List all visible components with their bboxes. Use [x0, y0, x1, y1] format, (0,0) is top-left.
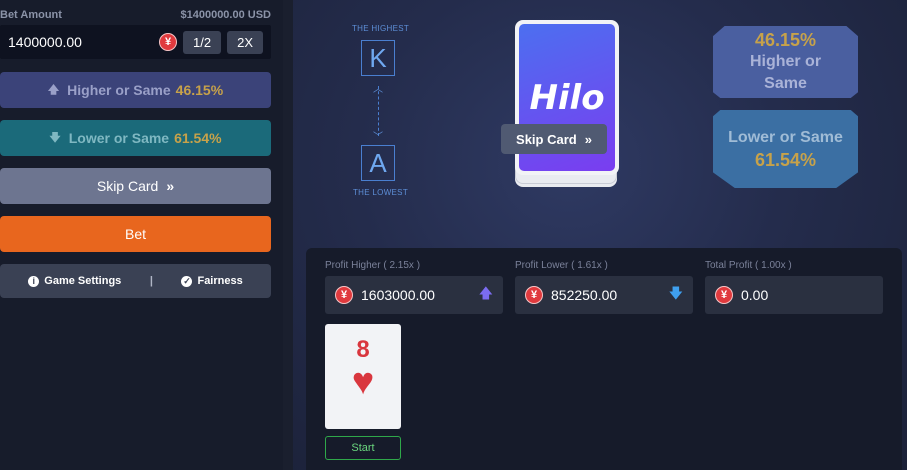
lowest-label: THE LOWEST [353, 188, 409, 197]
current-card: 8 ♥ [325, 324, 401, 429]
higher-or-same-button[interactable]: 🡅 Higher or Same 46.15% [0, 72, 271, 108]
half-bet-button[interactable]: 1/2 [183, 30, 222, 54]
fairness-button[interactable]: ✓ Fairness [181, 275, 243, 287]
highest-label: THE HIGHEST [352, 24, 410, 33]
yuan-coin-icon: ¥ [159, 33, 178, 51]
lower-label: Lower or Same [68, 130, 170, 146]
highest-rank: K [361, 40, 395, 76]
bet-amount-label: Bet Amount [0, 9, 62, 21]
arrow-down-icon: 🡇 [49, 131, 61, 144]
bet-amount-field: ¥ 1/2 2X [0, 25, 271, 59]
double-chevron-right-icon: » [166, 178, 175, 194]
yuan-coin-icon: ¥ [525, 286, 543, 304]
higher-odds-badge[interactable]: 46.15% Higher or Same [713, 26, 858, 98]
arrow-up-icon: 🡅 [478, 285, 493, 301]
skip-card-button[interactable]: Skip Card » [0, 168, 271, 204]
arrow-down-icon: 🡇 [668, 285, 683, 301]
bet-panel: Bet Amount $1400000.00 USD ¥ 1/2 2X 🡅 Hi… [0, 0, 283, 470]
bet-header: Bet Amount $1400000.00 USD [0, 9, 271, 21]
balance-display: $1400000.00 USD [180, 9, 271, 21]
skip-card-overlay-button[interactable]: Skip Card » [501, 124, 607, 154]
divider: | [149, 275, 153, 287]
profit-panel: Profit Higher ( 2.15x ) ¥ 1603000.00 🡅 P… [306, 248, 902, 470]
higher-percent: 46.15% [175, 82, 224, 98]
higher-odds-percent: 46.15% [754, 30, 817, 50]
bet-amount-input[interactable] [8, 34, 160, 50]
settings-bar: i Game Settings | ✓ Fairness [0, 264, 271, 298]
higher-odds-label: Higher or Same [749, 53, 822, 92]
profit-lower-field: ¥ 852250.00 🡇 [515, 276, 693, 314]
arrow-up-icon: 🡅 [47, 83, 60, 96]
total-profit: Total Profit ( 1.00x ) ¥ 0.00 [705, 260, 883, 314]
lower-odds-badge[interactable]: Lower or Same 61.54% [713, 110, 858, 188]
lowest-rank: A [361, 145, 395, 181]
profit-higher-value: 1603000.00 [361, 287, 435, 303]
total-profit-label: Total Profit ( 1.00x ) [705, 260, 792, 271]
lower-or-same-button[interactable]: 🡇 Lower or Same 61.54% [0, 120, 271, 156]
card-rank: 8 [356, 336, 370, 363]
profit-higher-field: ¥ 1603000.00 🡅 [325, 276, 503, 314]
heart-icon: ♥ [351, 361, 375, 403]
fairness-label: Fairness [197, 275, 243, 287]
profit-lower: Profit Lower ( 1.61x ) ¥ 852250.00 🡇 [515, 260, 693, 314]
profit-higher: Profit Higher ( 2.15x ) ¥ 1603000.00 🡅 [325, 260, 503, 314]
game-settings-button[interactable]: i Game Settings [28, 275, 121, 287]
skip-label: Skip Card [96, 178, 159, 194]
game-settings-label: Game Settings [44, 275, 122, 287]
lower-odds-label: Lower or Same [728, 129, 843, 146]
bet-button[interactable]: Bet [0, 216, 271, 252]
info-icon: i [28, 275, 40, 287]
double-bet-button[interactable]: 2X [227, 30, 263, 54]
double-chevron-right-icon: » [584, 131, 592, 147]
lower-percent: 61.54% [174, 130, 222, 146]
lower-odds-percent: 61.54% [754, 150, 817, 170]
skip-overlay-label: Skip Card [516, 131, 577, 147]
total-profit-field: ¥ 0.00 [705, 276, 883, 314]
yuan-coin-icon: ¥ [335, 286, 353, 304]
hilo-logo-text: Hilo [529, 77, 605, 118]
profit-higher-label: Profit Higher ( 2.15x ) [325, 260, 421, 271]
yuan-coin-icon: ¥ [715, 286, 733, 304]
game-table: THE HIGHEST K ︿ ﹀ A THE LOWEST Hilo Skip… [293, 0, 907, 470]
profit-lower-label: Profit Lower ( 1.61x ) [515, 260, 608, 271]
total-profit-value: 0.00 [741, 287, 769, 303]
chevron-down-icon: ﹀ [373, 132, 383, 143]
profit-lower-value: 852250.00 [551, 287, 618, 303]
higher-label: Higher or Same [67, 82, 171, 98]
start-button[interactable]: Start [325, 436, 401, 460]
shield-check-icon: ✓ [181, 275, 193, 287]
